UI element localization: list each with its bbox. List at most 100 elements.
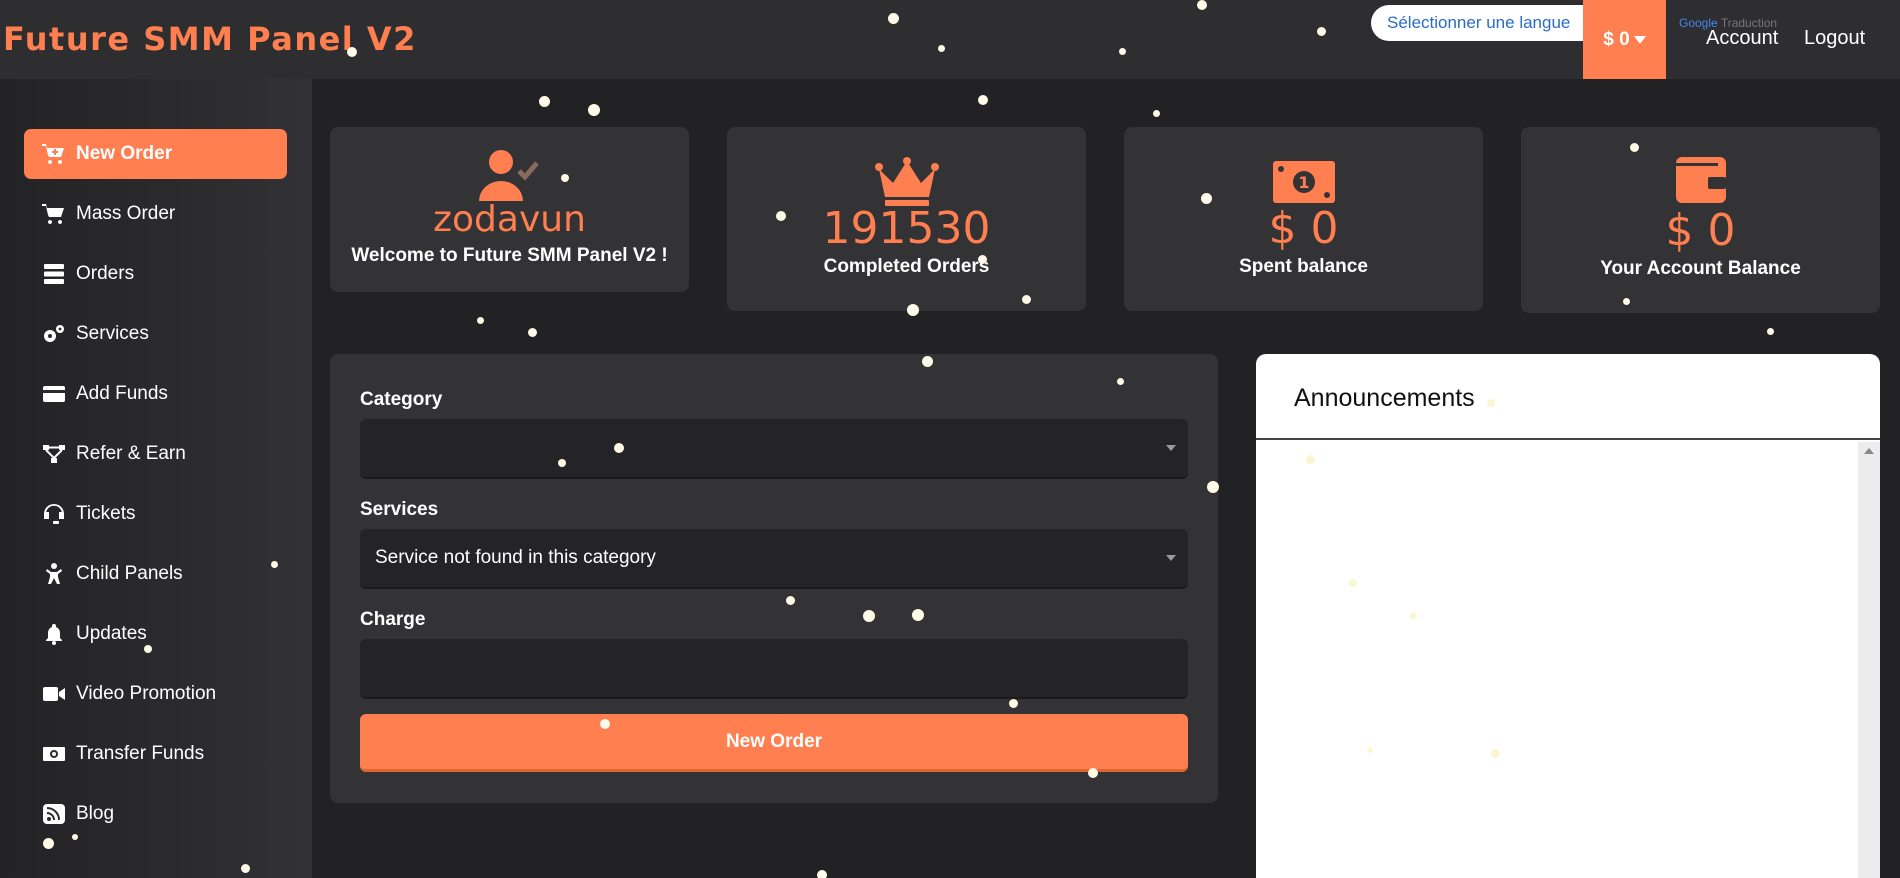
snowflake bbox=[907, 304, 919, 316]
sidebar-item-label: New Order bbox=[76, 143, 173, 164]
snowflake bbox=[1009, 699, 1018, 708]
completed-orders-label: Completed Orders bbox=[823, 256, 990, 277]
snowflake bbox=[477, 317, 484, 324]
sidebar-item-label: Refer & Earn bbox=[76, 443, 186, 464]
sidebar-item-child-panels[interactable]: Child Panels bbox=[24, 549, 287, 599]
snowflake bbox=[863, 610, 875, 622]
svg-text:1: 1 bbox=[1298, 173, 1309, 192]
category-select[interactable] bbox=[360, 419, 1188, 479]
money-bill-icon: 1 bbox=[1272, 161, 1335, 203]
sidebar-item-label: Blog bbox=[76, 803, 115, 824]
snowflake bbox=[528, 328, 537, 337]
sidebar-item-label: Updates bbox=[76, 623, 147, 644]
snowflake bbox=[1197, 0, 1207, 10]
balance-dropdown[interactable]: $ 0 bbox=[1583, 0, 1666, 79]
bell-icon bbox=[46, 624, 62, 645]
stat-card-user: zodavun Welcome to Future SMM Panel V2 ! bbox=[330, 127, 689, 292]
child-icon bbox=[46, 563, 62, 584]
caret-down-icon bbox=[1166, 445, 1176, 451]
scroll-up-icon[interactable] bbox=[1864, 448, 1874, 454]
sidebar-item-label: Services bbox=[76, 323, 149, 344]
cart-icon bbox=[42, 204, 64, 224]
snowflake bbox=[1207, 481, 1219, 493]
services-select[interactable]: Service not found in this category bbox=[360, 529, 1188, 589]
gears-icon bbox=[44, 325, 64, 342]
snowflake bbox=[1410, 612, 1417, 619]
snowflake bbox=[1367, 747, 1373, 753]
services-value: Service not found in this category bbox=[375, 547, 656, 568]
snowflake bbox=[1153, 110, 1160, 117]
crown-icon bbox=[874, 157, 939, 206]
snowflake bbox=[1119, 48, 1126, 55]
snowflake bbox=[1022, 295, 1031, 304]
logout-link[interactable]: Logout bbox=[1804, 27, 1865, 50]
sidebar-item-video-promotion[interactable]: Video Promotion bbox=[24, 669, 287, 719]
sidebar-item-new-order[interactable]: New Order bbox=[24, 129, 287, 179]
spent-balance-value: $ 0 bbox=[1268, 203, 1339, 254]
snowflake bbox=[241, 864, 250, 873]
video-icon bbox=[43, 687, 65, 701]
sidebar-item-label: Child Panels bbox=[76, 563, 183, 584]
language-select[interactable]: Sélectionner une langue bbox=[1371, 5, 1599, 41]
spent-balance-label: Spent balance bbox=[1239, 256, 1368, 277]
snowflake bbox=[72, 834, 78, 840]
snowflake bbox=[978, 95, 988, 105]
snowflake bbox=[1088, 768, 1098, 778]
snowflake bbox=[43, 838, 54, 849]
snowflake bbox=[1306, 455, 1315, 464]
charge-field[interactable] bbox=[360, 639, 1188, 699]
stat-card-spent: 1 $ 0 Spent balance bbox=[1124, 127, 1483, 311]
sidebar-item-label: Transfer Funds bbox=[76, 743, 205, 764]
snowflake bbox=[1317, 27, 1326, 36]
account-balance-value: $ 0 bbox=[1665, 205, 1736, 256]
snowflake bbox=[347, 47, 357, 57]
snowflake bbox=[1491, 749, 1500, 758]
snowflake bbox=[1117, 378, 1124, 385]
snowflake bbox=[588, 104, 600, 116]
snowflake bbox=[978, 255, 987, 264]
sidebar-item-label: Tickets bbox=[76, 503, 136, 524]
divider bbox=[1256, 438, 1880, 440]
charge-label: Charge bbox=[360, 609, 426, 630]
snowflake bbox=[938, 45, 945, 52]
account-link[interactable]: Account bbox=[1706, 27, 1778, 50]
announcements-scrollbar[interactable] bbox=[1858, 442, 1880, 878]
new-order-form: Category Services Service not found in t… bbox=[330, 354, 1218, 803]
snowflake bbox=[817, 870, 827, 878]
credit-card-icon bbox=[43, 386, 65, 402]
stat-card-balance: $ 0 Your Account Balance bbox=[1521, 127, 1880, 313]
sidebar-item-refer-earn[interactable]: Refer & Earn bbox=[24, 429, 287, 479]
snowflake bbox=[1487, 399, 1495, 407]
headset-icon bbox=[44, 504, 64, 524]
snowflake bbox=[558, 459, 566, 467]
top-bar: Future SMM Panel V2 Sélectionner une lan… bbox=[0, 0, 1900, 79]
sidebar-item-transfer-funds[interactable]: Transfer Funds bbox=[24, 729, 287, 779]
snowflake bbox=[271, 561, 278, 568]
new-order-submit-button[interactable]: New Order bbox=[360, 714, 1188, 772]
caret-down-icon bbox=[1166, 555, 1176, 561]
network-icon bbox=[43, 445, 65, 463]
sidebar-item-services[interactable]: Services bbox=[24, 309, 287, 359]
sidebar-item-blog[interactable]: Blog bbox=[24, 789, 287, 839]
sidebar-item-mass-order[interactable]: Mass Order bbox=[24, 189, 287, 239]
sidebar-item-tickets[interactable]: Tickets bbox=[24, 489, 287, 539]
wallet-icon bbox=[1675, 157, 1726, 203]
account-balance-label: Your Account Balance bbox=[1600, 258, 1801, 279]
sidebar-item-label: Video Promotion bbox=[76, 683, 217, 704]
snowflake bbox=[539, 96, 550, 107]
announcements-title: Announcements bbox=[1294, 384, 1475, 412]
sidebar-item-add-funds[interactable]: Add Funds bbox=[24, 369, 287, 419]
user-check-icon bbox=[478, 150, 539, 201]
sidebar-item-updates[interactable]: Updates bbox=[24, 609, 287, 659]
sidebar-item-label: Add Funds bbox=[76, 383, 168, 404]
snowflake bbox=[1349, 579, 1357, 587]
snowflake bbox=[912, 609, 924, 621]
snowflake bbox=[888, 13, 899, 24]
sidebar: New Order Mass Order Orders Services Add… bbox=[0, 79, 312, 878]
sidebar-item-orders[interactable]: Orders bbox=[24, 249, 287, 299]
username: zodavun bbox=[433, 199, 586, 240]
snowflake bbox=[561, 174, 569, 182]
sidebar-item-label: Orders bbox=[76, 263, 135, 284]
snowflake bbox=[776, 211, 786, 221]
rss-icon bbox=[43, 804, 65, 824]
